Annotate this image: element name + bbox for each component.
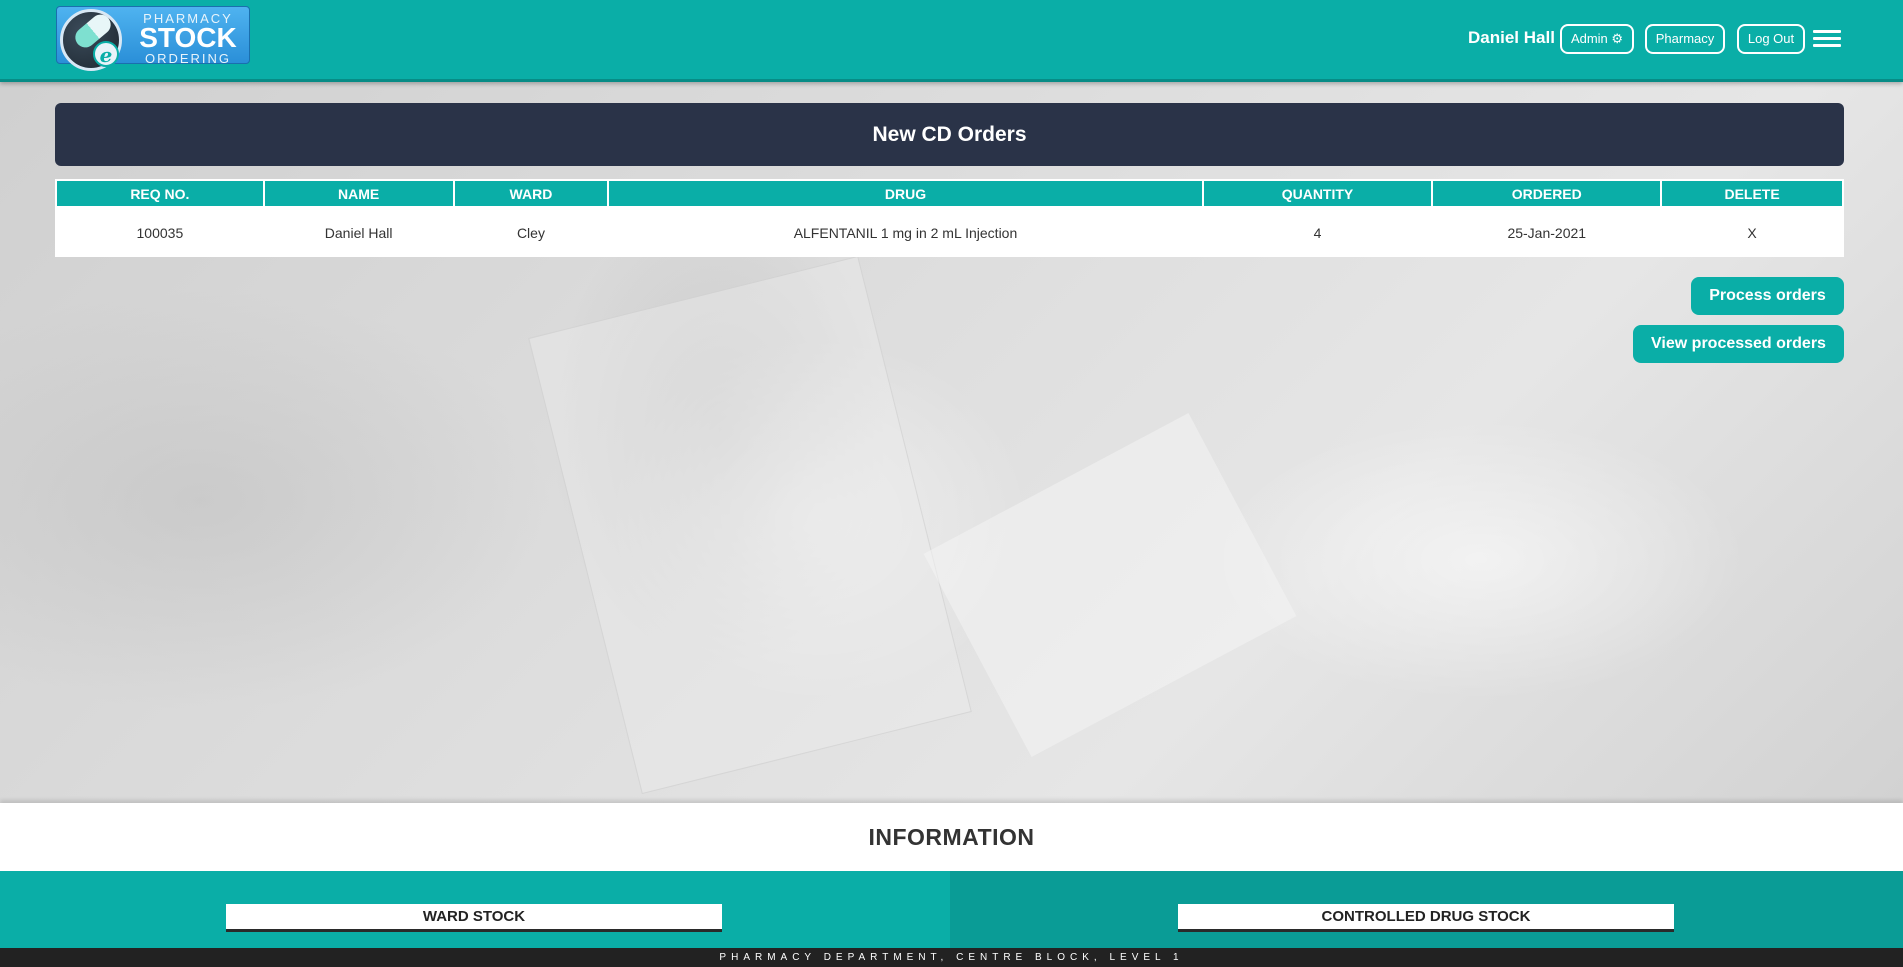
admin-button[interactable]: Admin ⚙: [1560, 24, 1634, 54]
process-orders-button[interactable]: Process orders: [1691, 277, 1844, 315]
cell-quantity: 4: [1202, 207, 1433, 257]
ward-stock-button[interactable]: WARD STOCK: [226, 904, 722, 932]
menu-bar: [1813, 37, 1841, 40]
cell-req-no: 100035: [56, 207, 264, 257]
column-header-quantity: QUANTITY: [1201, 179, 1434, 208]
logo-text-stock: STOCK: [139, 22, 237, 53]
cell-drug: ALFENTANIL 1 mg in 2 mL Injection: [608, 207, 1203, 257]
column-header-delete: DELETE: [1660, 179, 1844, 208]
controlled-drug-stock-button[interactable]: CONTROLLED DRUG STOCK: [1178, 904, 1674, 932]
page-title: New CD Orders: [55, 103, 1844, 166]
delete-order-button[interactable]: X: [1661, 207, 1843, 257]
menu-bar: [1813, 30, 1841, 33]
column-header-drug: DRUG: [607, 179, 1204, 208]
hamburger-menu-icon[interactable]: [1813, 30, 1841, 50]
current-user-name: Daniel Hall: [1468, 28, 1555, 47]
cell-name: Daniel Hall: [263, 207, 454, 257]
table-row[interactable]: 100035 Daniel Hall Cley ALFENTANIL 1 mg …: [56, 207, 1843, 257]
menu-bar: [1813, 44, 1841, 47]
column-header-req-no: REQ NO.: [55, 179, 265, 208]
table-header-row: REQ NO. NAME WARD DRUG QUANTITY ORDERED …: [55, 179, 1844, 208]
ward-stock-panel: WARD STOCK: [0, 871, 950, 948]
orders-table: REQ NO. NAME WARD DRUG QUANTITY ORDERED …: [55, 179, 1844, 257]
logo-text-ordering: ORDERING: [144, 51, 232, 66]
logo-badge-letter: e: [93, 41, 119, 67]
background-shape: [528, 255, 972, 795]
logout-button[interactable]: Log Out: [1737, 24, 1805, 54]
app-logo[interactable]: e PHARMACY STOCK ORDERING: [56, 6, 250, 71]
footer-address: PHARMACY DEPARTMENT, CENTRE BLOCK, LEVEL…: [0, 948, 1903, 967]
pharmacy-button[interactable]: Pharmacy: [1645, 24, 1725, 54]
information-heading: INFORMATION: [0, 803, 1903, 871]
cell-ordered: 25-Jan-2021: [1432, 207, 1662, 257]
background-shape: [923, 413, 1297, 757]
view-processed-orders-button[interactable]: View processed orders: [1633, 325, 1844, 363]
column-header-name: NAME: [262, 179, 455, 208]
column-header-ward: WARD: [452, 179, 610, 208]
controlled-drug-stock-panel: CONTROLLED DRUG STOCK: [950, 871, 1903, 948]
cell-ward: Cley: [453, 207, 609, 257]
column-header-ordered: ORDERED: [1431, 179, 1663, 208]
top-navbar: e PHARMACY STOCK ORDERING Daniel Hall Ad…: [0, 0, 1903, 82]
